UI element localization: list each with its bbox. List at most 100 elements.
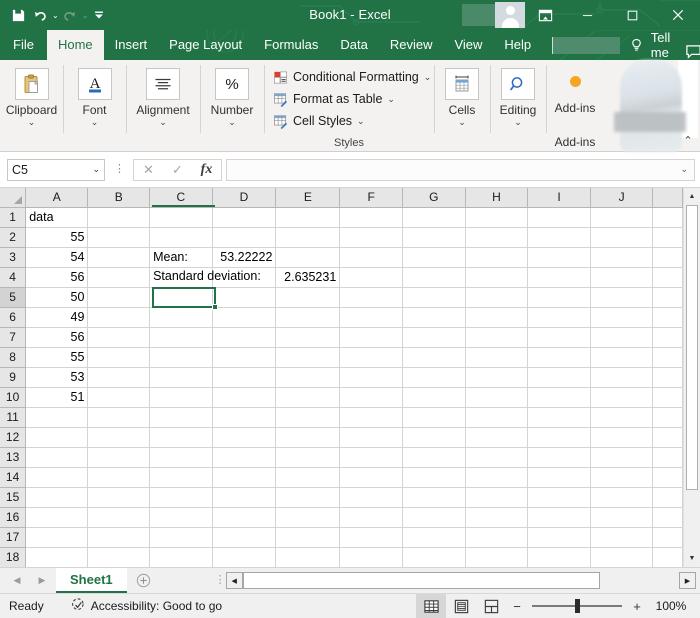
cell-a8[interactable]: 55 — [25, 347, 89, 368]
cell-e16[interactable] — [275, 507, 341, 528]
cell-k8[interactable] — [652, 347, 683, 368]
cell-k7[interactable] — [652, 327, 683, 348]
avatar[interactable] — [495, 2, 525, 28]
cell-a13[interactable] — [25, 447, 89, 468]
cell-k16[interactable] — [652, 507, 683, 528]
cell-b7[interactable] — [87, 327, 151, 348]
cell-i9[interactable] — [527, 367, 591, 388]
cell-c15[interactable] — [149, 487, 213, 508]
cell-j5[interactable] — [590, 287, 654, 308]
cell-i15[interactable] — [527, 487, 591, 508]
cell-c5[interactable] — [149, 287, 213, 308]
cell-j11[interactable] — [590, 407, 654, 428]
clipboard-button[interactable]: Clipboard ⌄ — [0, 66, 63, 130]
cell-c16[interactable] — [149, 507, 213, 528]
row-header-11[interactable]: 11 — [0, 407, 27, 428]
cell-a3[interactable]: 54 — [25, 247, 89, 268]
cell-k13[interactable] — [652, 447, 683, 468]
scroll-up-button[interactable]: ▲ — [684, 188, 700, 205]
minimize-button[interactable] — [565, 0, 610, 30]
cell-i17[interactable] — [527, 527, 591, 548]
cell-f17[interactable] — [339, 527, 403, 548]
cell-f16[interactable] — [339, 507, 403, 528]
cell-f11[interactable] — [339, 407, 403, 428]
cell-g7[interactable] — [402, 327, 466, 348]
scroll-right-button[interactable]: ▶ — [679, 572, 696, 589]
cell-h17[interactable] — [465, 527, 529, 548]
cell-b2[interactable] — [87, 227, 151, 248]
cell-e4[interactable]: 2.635231 — [275, 267, 341, 288]
cell-j6[interactable] — [590, 307, 654, 328]
cell-b1[interactable] — [87, 207, 151, 228]
cell-f1[interactable] — [339, 207, 403, 228]
cell-j2[interactable] — [590, 227, 654, 248]
tab-formulas[interactable]: Formulas — [253, 30, 329, 60]
vertical-scroll-thumb[interactable] — [686, 205, 698, 490]
cell-j16[interactable] — [590, 507, 654, 528]
ribbon-display-options-button[interactable] — [525, 0, 565, 30]
cell-d15[interactable] — [212, 487, 277, 508]
cell-g18[interactable] — [402, 547, 466, 567]
cell-styles-chevron-icon[interactable]: ⌄ — [357, 116, 365, 127]
cell-k5[interactable] — [652, 287, 683, 308]
tab-file[interactable]: File — [0, 30, 47, 60]
cell-a2[interactable]: 55 — [25, 227, 89, 248]
cell-c12[interactable] — [149, 427, 213, 448]
tab-data[interactable]: Data — [329, 30, 378, 60]
sheet-tab-sheet1[interactable]: Sheet1 — [56, 568, 127, 593]
cell-h2[interactable] — [465, 227, 529, 248]
cell-f4[interactable] — [339, 267, 403, 288]
cell-a5[interactable]: 50 — [25, 287, 89, 308]
cell-g4[interactable] — [402, 267, 466, 288]
cell-d18[interactable] — [212, 547, 277, 567]
cell-j17[interactable] — [590, 527, 654, 548]
cell-f10[interactable] — [339, 387, 403, 408]
zoom-in-button[interactable]: + — [626, 599, 648, 614]
cell-j1[interactable] — [590, 207, 654, 228]
cell-h13[interactable] — [465, 447, 529, 468]
cell-a17[interactable] — [25, 527, 89, 548]
cell-e6[interactable] — [275, 307, 341, 328]
cell-b12[interactable] — [87, 427, 151, 448]
cell-c8[interactable] — [149, 347, 213, 368]
horizontal-scroll-thumb[interactable] — [242, 572, 601, 589]
cell-g16[interactable] — [402, 507, 466, 528]
column-header-e[interactable]: E — [275, 188, 341, 208]
cell-k2[interactable] — [652, 227, 683, 248]
expand-formula-bar-chevron-icon[interactable]: ⌄ — [680, 164, 688, 175]
tell-me-label[interactable]: Tell me — [651, 30, 685, 60]
cell-d6[interactable] — [212, 307, 277, 328]
cell-i1[interactable] — [527, 207, 591, 228]
cell-g9[interactable] — [402, 367, 466, 388]
cell-g2[interactable] — [402, 227, 466, 248]
name-box[interactable]: C5 ⌄ — [7, 158, 105, 181]
cell-f6[interactable] — [339, 307, 403, 328]
save-button[interactable] — [7, 3, 29, 27]
cell-a16[interactable] — [25, 507, 89, 528]
cell-d9[interactable] — [212, 367, 277, 388]
cell-i7[interactable] — [527, 327, 591, 348]
cell-b4[interactable] — [87, 267, 151, 288]
cell-k11[interactable] — [652, 407, 683, 428]
cell-e11[interactable] — [275, 407, 341, 428]
cell-a15[interactable] — [25, 487, 89, 508]
cell-e14[interactable] — [275, 467, 341, 488]
comments-button[interactable] — [685, 43, 700, 60]
cell-h11[interactable] — [465, 407, 529, 428]
cell-c1[interactable] — [149, 207, 213, 228]
enter-formula-button[interactable]: ✓ — [163, 160, 192, 180]
cell-f15[interactable] — [339, 487, 403, 508]
cell-h9[interactable] — [465, 367, 529, 388]
tab-split-handle[interactable]: ⋮ — [215, 568, 226, 593]
cell-k6[interactable] — [652, 307, 683, 328]
cell-c13[interactable] — [149, 447, 213, 468]
cells-button[interactable]: Cells ⌄ — [434, 66, 490, 130]
row-header-14[interactable]: 14 — [0, 467, 27, 488]
cell-f3[interactable] — [339, 247, 403, 268]
column-header-a[interactable]: A — [25, 188, 89, 208]
cell-i10[interactable] — [527, 387, 591, 408]
horizontal-scroll-track[interactable] — [242, 572, 679, 589]
cell-b14[interactable] — [87, 467, 151, 488]
cell-h7[interactable] — [465, 327, 529, 348]
tab-view[interactable]: View — [443, 30, 493, 60]
